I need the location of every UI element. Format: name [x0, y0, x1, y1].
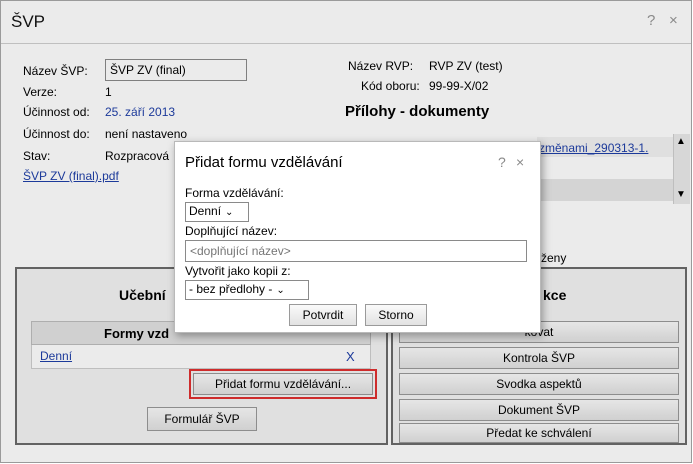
copy-from-select[interactable]: - bez předlohy - ⌄ [185, 280, 309, 300]
dialog-title: Přidat formu vzdělávání [185, 154, 343, 171]
copy-from-value: - bez předlohy - [189, 282, 273, 296]
extra-name-input[interactable] [185, 240, 527, 262]
form-type-label: Forma vzdělávání: [185, 186, 284, 200]
confirm-button[interactable]: Potvrdit [289, 304, 357, 326]
chevron-down-icon: ⌄ [276, 285, 285, 296]
help-icon[interactable]: ? [647, 12, 655, 29]
dialog-close-icon[interactable]: × [516, 154, 524, 170]
svp-window: ŠVP ? × Název ŠVP: Verze: 1 Účinnost od:… [0, 0, 692, 463]
dialog-help-icon[interactable]: ? [498, 154, 506, 170]
form-type-value: Denní [189, 204, 222, 218]
extra-name-label: Doplňující název: [185, 224, 278, 238]
window-title: ŠVP [11, 12, 46, 31]
form-type-select[interactable]: Denní ⌄ [185, 202, 249, 222]
cancel-button[interactable]: Storno [365, 304, 427, 326]
chevron-down-icon: ⌄ [225, 207, 234, 218]
add-form-dialog: Přidat formu vzdělávání ? × Forma vzdělá… [174, 141, 541, 333]
copy-from-label: Vytvořit jako kopii z: [185, 264, 291, 278]
title-bar: ŠVP ? × [1, 1, 691, 44]
close-icon[interactable]: × [669, 12, 678, 29]
